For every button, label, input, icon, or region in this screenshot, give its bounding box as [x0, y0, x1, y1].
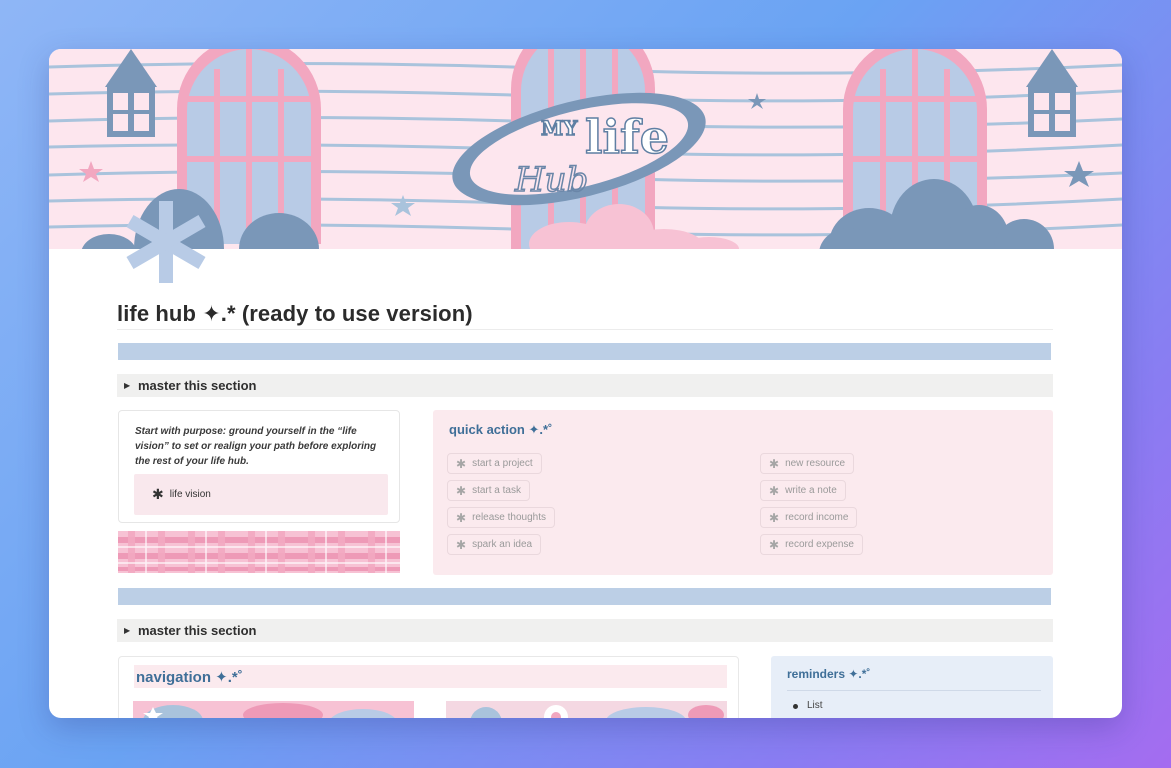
reminders-divider	[787, 690, 1041, 691]
toggle-master-section[interactable]: ▶ master this section	[117, 619, 1053, 642]
logo-my: MY	[541, 116, 578, 140]
reminder-list-item[interactable]: List	[807, 700, 823, 711]
toggle-master-section[interactable]: ▶ master this section	[117, 374, 1053, 397]
new-resource-button[interactable]: ✱ new resource	[760, 453, 855, 474]
life-vision-label: life vision	[169, 489, 211, 500]
bullet-icon	[793, 704, 798, 709]
logo-hub: Hub	[514, 160, 588, 200]
toggle-label: master this section	[138, 623, 257, 638]
button-label: new resource	[785, 458, 846, 469]
toggle-triangle-icon[interactable]: ▶	[124, 626, 138, 635]
vision-prompt: Start with purpose: ground yourself in t…	[135, 426, 377, 467]
app-window: MY life Hub life hub ✦.* (ready to use v…	[49, 49, 1122, 718]
navigation-title: navigation ✦.*˚	[136, 668, 243, 686]
asterisk-icon: ✱	[769, 537, 780, 552]
reminders-card: reminders ✦.*˚ List	[771, 656, 1053, 718]
button-label: start a task	[472, 485, 521, 496]
release-thoughts-button[interactable]: ✱ release thoughts	[447, 507, 556, 528]
life-vision-link[interactable]: ✱ life vision	[134, 474, 388, 515]
asterisk-icon: ✱	[456, 483, 467, 498]
toggle-triangle-icon[interactable]: ▶	[124, 381, 138, 390]
record-expense-button[interactable]: ✱ record expense	[760, 534, 863, 555]
button-label: release thoughts	[472, 512, 547, 523]
section-divider-bar	[118, 588, 1051, 605]
quick-action-title: quick action ✦.*˚	[449, 422, 553, 437]
asterisk-icon: ✱	[456, 537, 467, 552]
asterisk-icon: ✱	[769, 510, 780, 525]
button-label: record expense	[785, 539, 854, 550]
navigation-header: navigation ✦.*˚	[134, 665, 727, 688]
spark-idea-button[interactable]: ✱ spark an idea	[447, 534, 542, 555]
navigation-card-image[interactable]	[446, 701, 727, 718]
title-divider	[117, 329, 1053, 330]
asterisk-page-icon[interactable]	[121, 197, 211, 287]
asterisk-icon: ✱	[456, 456, 467, 471]
reminders-title: reminders ✦.*˚	[787, 667, 871, 681]
start-task-button[interactable]: ✱ start a task	[447, 480, 530, 501]
pink-plaid-decoration	[118, 531, 400, 573]
button-label: write a note	[785, 485, 837, 496]
button-label: spark an idea	[472, 539, 533, 550]
navigation-card: navigation ✦.*˚	[118, 656, 739, 718]
section-divider-bar	[118, 343, 1051, 360]
write-note-button[interactable]: ✱ write a note	[760, 480, 846, 501]
navigation-card-image[interactable]	[133, 701, 414, 718]
button-label: record income	[785, 512, 849, 523]
start-project-button[interactable]: ✱ start a project	[447, 453, 542, 474]
button-label: start a project	[472, 458, 533, 469]
logo-life: life	[585, 110, 669, 164]
asterisk-icon: ✱	[456, 510, 467, 525]
page-title[interactable]: life hub ✦.* (ready to use version)	[117, 301, 473, 327]
asterisk-icon: ✱	[152, 486, 164, 502]
toggle-label: master this section	[138, 378, 257, 393]
life-vision-callout: Start with purpose: ground yourself in t…	[118, 410, 400, 523]
asterisk-icon: ✱	[769, 456, 780, 471]
quick-action-panel: quick action ✦.*˚ ✱ start a project ✱ st…	[433, 410, 1053, 575]
record-income-button[interactable]: ✱ record income	[760, 507, 858, 528]
asterisk-icon: ✱	[769, 483, 780, 498]
